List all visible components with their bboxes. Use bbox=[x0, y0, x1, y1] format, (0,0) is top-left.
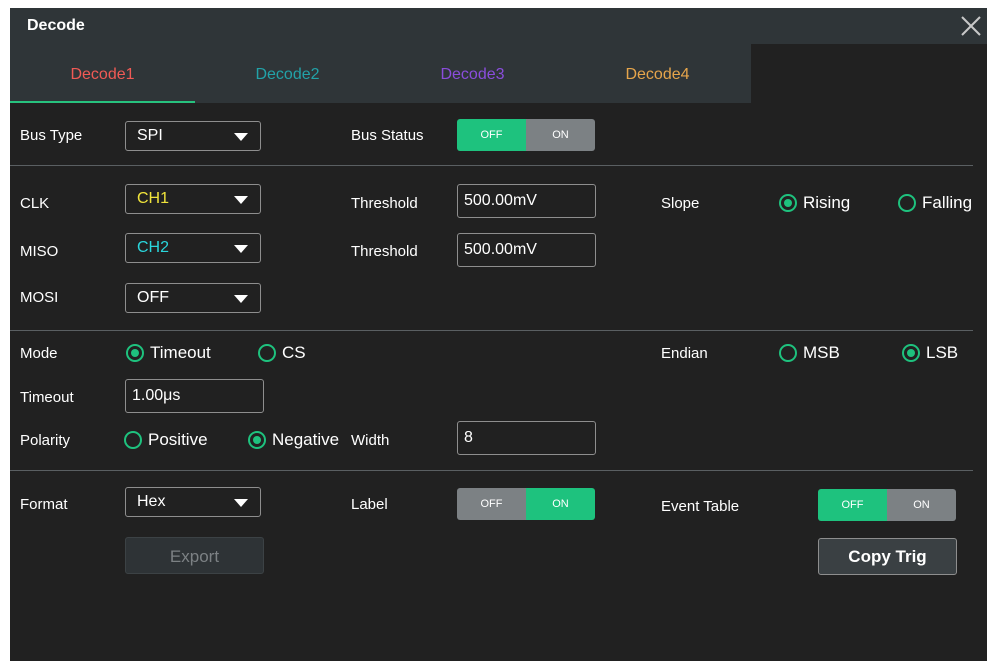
tab-decode3[interactable]: Decode3 bbox=[380, 44, 565, 103]
label-toggle[interactable]: OFF ON bbox=[457, 488, 595, 520]
clk-source-dropdown[interactable]: CH1 bbox=[125, 184, 261, 214]
divider bbox=[10, 165, 973, 166]
tab-decode4[interactable]: Decode4 bbox=[565, 44, 750, 103]
mosi-label: MOSI bbox=[20, 289, 59, 306]
width-value: 8 bbox=[464, 429, 473, 446]
close-icon[interactable] bbox=[957, 12, 985, 40]
event-table-off[interactable]: OFF bbox=[818, 489, 887, 521]
width-label: Width bbox=[351, 432, 390, 449]
polarity-label: Polarity bbox=[20, 432, 71, 449]
bus-type-label: Bus Type bbox=[20, 127, 83, 144]
mode-timeout-radio[interactable]: Timeout bbox=[126, 343, 211, 363]
event-table-on[interactable]: ON bbox=[887, 489, 956, 521]
divider bbox=[10, 470, 973, 471]
radio-unchecked-icon bbox=[124, 431, 142, 449]
clk-threshold-input[interactable]: 500.00mV bbox=[457, 184, 596, 218]
chevron-down-icon bbox=[234, 245, 248, 253]
radio-unchecked-icon bbox=[779, 344, 797, 362]
endian-lsb-radio[interactable]: LSB bbox=[902, 343, 958, 363]
slope-falling-radio[interactable]: Falling bbox=[898, 193, 972, 213]
clk-threshold-label: Threshold bbox=[351, 195, 418, 212]
clk-threshold-value: 500.00mV bbox=[464, 192, 537, 209]
slope-rising-label: Rising bbox=[803, 193, 851, 212]
miso-threshold-input[interactable]: 500.00mV bbox=[457, 233, 596, 267]
slope-label: Slope bbox=[661, 195, 700, 212]
bus-status-label: Bus Status bbox=[351, 127, 424, 144]
tab-decode1[interactable]: Decode1 bbox=[10, 44, 195, 103]
polarity-negative-label: Negative bbox=[272, 430, 340, 449]
bus-status-off[interactable]: OFF bbox=[457, 119, 526, 151]
decode-tabs: Decode1 Decode2 Decode3 Decode4 bbox=[10, 44, 751, 103]
timeout-label: Timeout bbox=[20, 389, 74, 406]
mode-cs-label: CS bbox=[282, 343, 306, 362]
export-button[interactable]: Export bbox=[125, 537, 264, 574]
divider bbox=[10, 330, 973, 331]
copy-trig-button[interactable]: Copy Trig bbox=[818, 538, 957, 575]
chevron-down-icon bbox=[234, 196, 248, 204]
bus-status-toggle[interactable]: OFF ON bbox=[457, 119, 595, 151]
chevron-down-icon bbox=[234, 499, 248, 507]
radio-checked-icon bbox=[902, 344, 920, 362]
miso-source-value: CH2 bbox=[137, 239, 170, 256]
title-bar: Decode bbox=[10, 8, 987, 44]
bus-type-value: SPI bbox=[137, 127, 163, 144]
format-dropdown[interactable]: Hex bbox=[125, 487, 261, 517]
radio-unchecked-icon bbox=[258, 344, 276, 362]
tab-decode2[interactable]: Decode2 bbox=[195, 44, 380, 103]
mosi-source-value: OFF bbox=[137, 289, 169, 306]
slope-falling-label: Falling bbox=[922, 193, 973, 212]
label-off[interactable]: OFF bbox=[457, 488, 526, 520]
timeout-input[interactable]: 1.00μs bbox=[125, 379, 264, 413]
radio-checked-icon bbox=[248, 431, 266, 449]
dialog-title: Decode bbox=[27, 17, 85, 34]
polarity-positive-radio[interactable]: Positive bbox=[124, 430, 208, 450]
miso-threshold-value: 500.00mV bbox=[464, 241, 537, 258]
radio-checked-icon bbox=[779, 194, 797, 212]
event-table-toggle[interactable]: OFF ON bbox=[818, 489, 956, 521]
clk-label: CLK bbox=[20, 195, 50, 212]
endian-msb-radio[interactable]: MSB bbox=[779, 343, 840, 363]
endian-label: Endian bbox=[661, 345, 708, 362]
bus-status-on[interactable]: ON bbox=[526, 119, 595, 151]
chevron-down-icon bbox=[234, 133, 248, 141]
timeout-value: 1.00μs bbox=[132, 387, 181, 404]
label-on[interactable]: ON bbox=[526, 488, 595, 520]
radio-unchecked-icon bbox=[898, 194, 916, 212]
mode-timeout-label: Timeout bbox=[150, 343, 211, 362]
mode-label: Mode bbox=[20, 345, 58, 362]
decode-dialog: Decode Decode1 Decode2 Decode3 Decode4 B… bbox=[10, 8, 987, 661]
polarity-positive-label: Positive bbox=[148, 430, 208, 449]
miso-source-dropdown[interactable]: CH2 bbox=[125, 233, 261, 263]
event-table-label: Event Table bbox=[661, 498, 740, 515]
endian-lsb-label: LSB bbox=[926, 343, 959, 362]
clk-source-value: CH1 bbox=[137, 190, 170, 207]
endian-msb-label: MSB bbox=[803, 343, 840, 362]
miso-label: MISO bbox=[20, 243, 59, 260]
mosi-source-dropdown[interactable]: OFF bbox=[125, 283, 261, 313]
radio-checked-icon bbox=[126, 344, 144, 362]
format-label: Format bbox=[20, 496, 68, 513]
miso-threshold-label: Threshold bbox=[351, 243, 418, 260]
label-label: Label bbox=[351, 496, 388, 513]
polarity-negative-radio[interactable]: Negative bbox=[248, 430, 339, 450]
mode-cs-radio[interactable]: CS bbox=[258, 343, 306, 363]
bus-type-dropdown[interactable]: SPI bbox=[125, 121, 261, 151]
chevron-down-icon bbox=[234, 295, 248, 303]
format-value: Hex bbox=[137, 493, 166, 510]
slope-rising-radio[interactable]: Rising bbox=[779, 193, 850, 213]
width-input[interactable]: 8 bbox=[457, 421, 596, 455]
